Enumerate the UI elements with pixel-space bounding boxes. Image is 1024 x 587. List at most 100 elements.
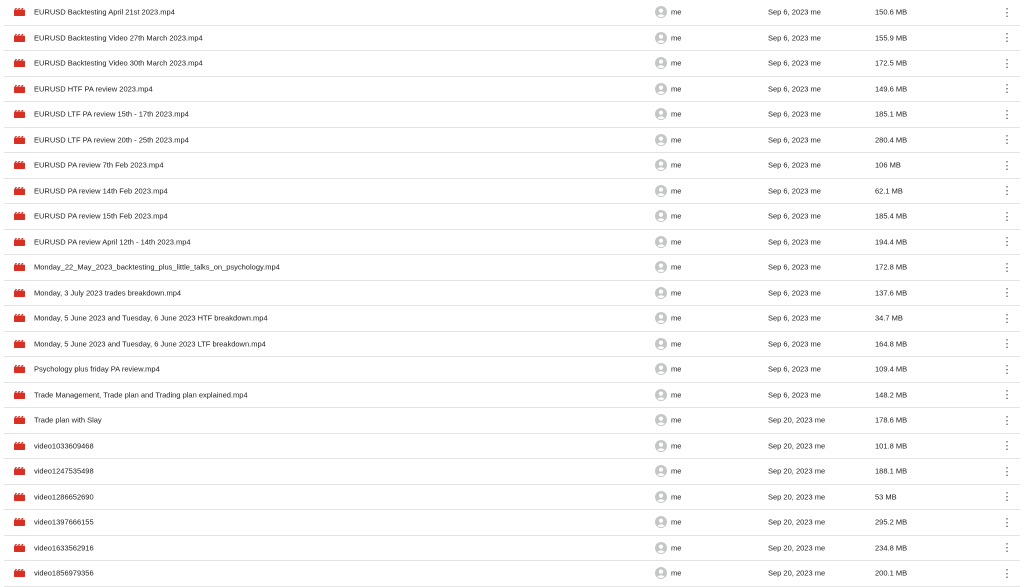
file-row[interactable]: video1247535498 me Sep 20, 2023 me 188.1 MB… [4, 459, 1020, 485]
file-name[interactable]: EURUSD Backtesting Video 27th March 2023… [34, 33, 203, 42]
more-vert-icon[interactable]: ⋮ [1000, 362, 1014, 376]
file-row[interactable]: EURUSD HTF PA review 2023.mp4 me Sep 6, 20… [4, 77, 1020, 102]
file-name[interactable]: video1286652690 [34, 492, 94, 501]
file-row[interactable]: EURUSD PA review April 12th - 14th 2023.… [4, 230, 1020, 255]
more-vert-icon[interactable]: ⋮ [1000, 56, 1014, 70]
file-row[interactable]: Monday, 3 July 2023 trades breakdown.mp4… [4, 281, 1020, 306]
account-circle-icon [655, 31, 667, 44]
file-name[interactable]: video1247535498 [34, 467, 94, 476]
file-row[interactable]: EURUSD Backtesting Video 30th March 2023… [4, 51, 1020, 77]
video-file-icon [14, 339, 25, 348]
file-size: 101.8 MB [875, 441, 908, 451]
last-modified: Sep 20, 2023 me [768, 492, 826, 502]
file-name[interactable]: Trade Management, Trade plan and Trading… [34, 390, 248, 399]
last-modified: Sep 6, 2023 me [768, 288, 821, 298]
file-name[interactable]: EURUSD PA review April 12th - 14th 2023.… [34, 237, 191, 246]
owner-name: me [671, 84, 682, 94]
more-vert-icon[interactable]: ⋮ [1000, 439, 1014, 453]
last-modified: Sep 6, 2023 me [768, 160, 821, 170]
account-circle-icon [655, 516, 667, 529]
file-row[interactable]: EURUSD LTF PA review 20th - 25th 2023.mp… [4, 128, 1020, 153]
more-vert-icon[interactable]: ⋮ [1000, 82, 1014, 96]
more-vert-icon[interactable]: ⋮ [1000, 260, 1014, 274]
video-file-icon [14, 314, 25, 323]
file-name[interactable]: Monday, 5 June 2023 and Tuesday, 6 June … [34, 314, 268, 323]
file-name[interactable]: Monday, 3 July 2023 trades breakdown.mp4 [34, 288, 181, 297]
file-row[interactable]: EURUSD PA review 14th Feb 2023.mp4 me Sep … [4, 179, 1020, 204]
owner-name: me [671, 58, 682, 68]
file-row[interactable]: EURUSD LTF PA review 15th - 17th 2023.mp… [4, 102, 1020, 128]
file-name[interactable]: EURUSD LTF PA review 15th - 17th 2023.mp… [34, 110, 189, 119]
file-name[interactable]: video1397666155 [34, 518, 94, 527]
more-vert-icon[interactable]: ⋮ [1000, 158, 1014, 172]
last-modified: Sep 20, 2023 me [768, 466, 826, 476]
file-size: 150.6 MB [875, 7, 908, 17]
owner-name: me [671, 568, 682, 578]
owner-name: me [671, 262, 682, 272]
last-modified: Sep 20, 2023 me [768, 543, 826, 553]
more-vert-icon[interactable]: ⋮ [1000, 184, 1014, 198]
last-modified: Sep 20, 2023 me [768, 441, 826, 451]
file-row[interactable]: EURUSD Backtesting April 21st 2023.mp4 me… [4, 0, 1020, 26]
more-vert-icon[interactable]: ⋮ [1000, 235, 1014, 249]
account-circle-icon [655, 235, 667, 248]
file-size: 164.8 MB [875, 339, 908, 349]
file-row[interactable]: EURUSD PA review 7th Feb 2023.mp4 me Sep 6… [4, 153, 1020, 179]
file-name[interactable]: video1856979356 [34, 569, 94, 578]
file-row[interactable]: Monday_22_May_2023_backtesting_plus_litt… [4, 255, 1020, 281]
file-name[interactable]: video1033609468 [34, 441, 94, 450]
file-row[interactable]: EURUSD PA review 15th Feb 2023.mp4 me Sep … [4, 204, 1020, 230]
account-circle-icon [655, 414, 667, 427]
file-name[interactable]: EURUSD Backtesting Video 30th March 2023… [34, 59, 203, 68]
more-vert-icon[interactable]: ⋮ [1000, 413, 1014, 427]
file-name[interactable]: Psychology plus friday PA review.mp4 [34, 365, 160, 374]
file-name[interactable]: EURUSD LTF PA review 20th - 25th 2023.mp… [34, 135, 189, 144]
more-vert-icon[interactable]: ⋮ [1000, 490, 1014, 504]
file-row[interactable]: Monday, 5 June 2023 and Tuesday, 6 June … [4, 306, 1020, 332]
file-row[interactable]: Trade Management, Trade plan and Trading… [4, 383, 1020, 408]
file-name[interactable]: video1633562916 [34, 543, 94, 552]
file-size: 106 MB [875, 160, 901, 170]
file-row[interactable]: EURUSD Backtesting Video 27th March 2023… [4, 26, 1020, 51]
file-row[interactable]: video1286652690 me Sep 20, 2023 me 53 MB ⋮ [4, 485, 1020, 510]
more-vert-icon[interactable]: ⋮ [1000, 209, 1014, 223]
file-row[interactable]: Monday, 5 June 2023 and Tuesday, 6 June … [4, 332, 1020, 357]
more-vert-icon[interactable]: ⋮ [1000, 31, 1014, 45]
more-vert-icon[interactable]: ⋮ [1000, 107, 1014, 121]
file-name[interactable]: EURUSD PA review 15th Feb 2023.mp4 [34, 212, 168, 221]
video-file-icon [14, 84, 25, 93]
account-circle-icon [655, 286, 667, 299]
more-vert-icon[interactable]: ⋮ [1000, 541, 1014, 555]
file-size: 53 MB [875, 492, 897, 502]
last-modified: Sep 20, 2023 me [768, 415, 826, 425]
file-name[interactable]: EURUSD HTF PA review 2023.mp4 [34, 84, 153, 93]
more-vert-icon[interactable]: ⋮ [1000, 5, 1014, 19]
file-row[interactable]: video1856979356 me Sep 20, 2023 me 200.1 MB… [4, 561, 1020, 587]
file-name[interactable]: Monday_22_May_2023_backtesting_plus_litt… [34, 263, 280, 272]
file-row[interactable]: video1033609468 me Sep 20, 2023 me 101.8 MB… [4, 434, 1020, 459]
file-row[interactable]: video1397666155 me Sep 20, 2023 me 295.2 MB… [4, 510, 1020, 536]
file-size: 234.8 MB [875, 543, 908, 553]
more-vert-icon[interactable]: ⋮ [1000, 566, 1014, 580]
file-name[interactable]: Trade plan with Slay [34, 416, 102, 425]
more-vert-icon[interactable]: ⋮ [1000, 388, 1014, 402]
file-row[interactable]: Psychology plus friday PA review.mp4 me Se… [4, 357, 1020, 383]
more-vert-icon[interactable]: ⋮ [1000, 286, 1014, 300]
more-vert-icon[interactable]: ⋮ [1000, 133, 1014, 147]
more-vert-icon[interactable]: ⋮ [1000, 515, 1014, 529]
last-modified: Sep 6, 2023 me [768, 313, 821, 323]
owner-name: me [671, 415, 682, 425]
owner-name: me [671, 313, 682, 323]
video-file-icon [14, 441, 25, 450]
file-name[interactable]: EURUSD Backtesting April 21st 2023.mp4 [34, 8, 175, 17]
file-name[interactable]: Monday, 5 June 2023 and Tuesday, 6 June … [34, 339, 266, 348]
file-name[interactable]: EURUSD PA review 7th Feb 2023.mp4 [34, 161, 164, 170]
more-vert-icon[interactable]: ⋮ [1000, 311, 1014, 325]
file-row[interactable]: Trade plan with Slay me Sep 20, 2023 me 178… [4, 408, 1020, 434]
file-row[interactable]: video1633562916 me Sep 20, 2023 me 234.8 MB… [4, 536, 1020, 561]
more-vert-icon[interactable]: ⋮ [1000, 464, 1014, 478]
more-vert-icon[interactable]: ⋮ [1000, 337, 1014, 351]
video-file-icon [14, 8, 25, 17]
file-name[interactable]: EURUSD PA review 14th Feb 2023.mp4 [34, 186, 168, 195]
owner-name: me [671, 339, 682, 349]
